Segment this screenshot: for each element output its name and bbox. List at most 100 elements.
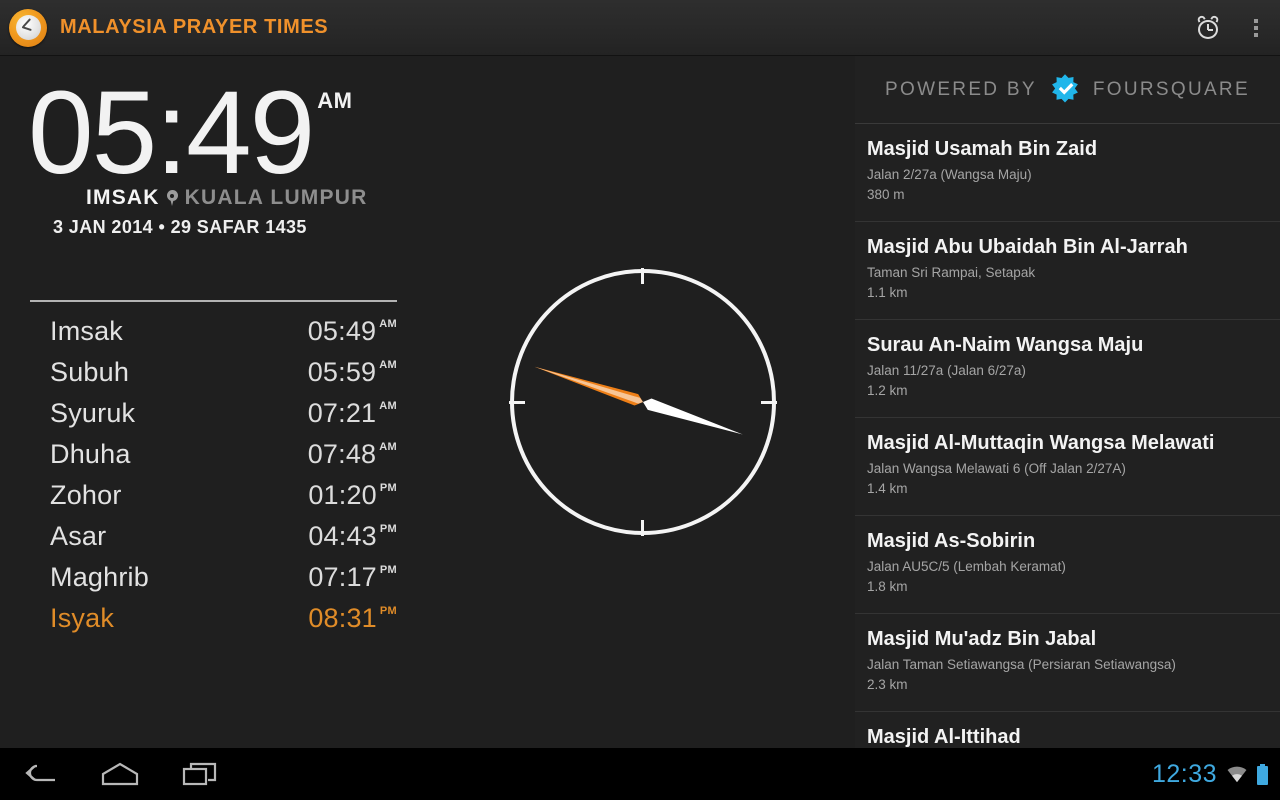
prayer-name: Subuh [50, 357, 130, 387]
prayer-times-pane: 05:49 AM IMSAK KUALA LUMPUR 3 JAN 2014 • … [0, 56, 430, 748]
nav-home-button[interactable] [80, 748, 160, 800]
list-item[interactable]: Masjid As-Sobirin Jalan AU5C/5 (Lembah Ke… [855, 516, 1280, 614]
venue-distance: 1.1 km [867, 284, 908, 300]
current-prayer-label: IMSAK [86, 186, 160, 209]
compass-needle [534, 366, 743, 435]
nav-recents-button[interactable] [160, 748, 240, 800]
prayer-time-group: 07:17 PM [308, 562, 397, 593]
kebab-dot [1254, 25, 1258, 30]
recent-apps-icon [182, 762, 217, 786]
prayer-row[interactable]: Imsak 05:49 AM [0, 316, 430, 357]
battery-shell [1257, 765, 1268, 785]
qibla-compass[interactable] [508, 268, 777, 536]
prayer-meridiem: AM [379, 318, 397, 330]
current-time: 05:49 [28, 67, 315, 199]
prayer-time: 07:21 [307, 398, 377, 428]
prayer-time-group: 01:20 PM [308, 480, 397, 511]
prayer-name: Zohor [50, 480, 122, 510]
prayer-time-group: 04:43 PM [308, 521, 397, 552]
prayer-meridiem: PM [379, 482, 397, 494]
needle-back [642, 398, 743, 435]
prayer-time-group: 05:49 AM [308, 316, 397, 347]
prayer-time: 05:59 [307, 357, 377, 387]
prayer-name: Asar [50, 521, 107, 551]
venue-distance: 2.3 km [867, 676, 908, 692]
list-item[interactable]: Masjid Usamah Bin Zaid Jalan 2/27a (Wangs… [855, 124, 1280, 222]
prayer-time-group: 05:59 AM [308, 357, 397, 388]
prayer-name: Isyak [50, 603, 115, 633]
prayer-meridiem: PM [379, 523, 397, 535]
needle-front-highlight [534, 366, 643, 404]
venue-address: Taman Sri Rampai, Setapak [867, 265, 1036, 280]
prayer-row[interactable]: Asar 04:43 PM [0, 521, 430, 562]
alarm-hand-minute [1208, 28, 1213, 31]
prayer-meridiem: AM [379, 400, 397, 412]
list-item[interactable]: Masjid Abu Ubaidah Bin Al-Jarrah Taman Sr… [855, 222, 1280, 320]
foursquare-brand-label: FOURSQUARE [1092, 78, 1250, 100]
app-root: MALAYSIA PRAYER TIMES 05:49 AM IMSAK KUA… [0, 0, 1280, 800]
back-icon [25, 764, 55, 782]
location-pin-icon [166, 190, 178, 206]
prayer-row[interactable]: Maghrib 07:17 PM [0, 562, 430, 603]
venue-distance: 1.2 km [867, 382, 908, 398]
prayer-time: 05:49 [307, 316, 377, 346]
venue-address: Jalan 2/27a (Wangsa Maju) [867, 167, 1032, 182]
prayer-time: 08:31 [308, 603, 377, 633]
nav-back-button[interactable] [0, 748, 80, 800]
prayer-meridiem: AM [379, 441, 397, 453]
kebab-dot [1254, 32, 1258, 37]
alarm-icon [1196, 13, 1220, 40]
venue-name: Masjid Abu Ubaidah Bin Al-Jarrah [867, 236, 1188, 258]
foursquare-attribution: POWERED BY FOURSQUARE [855, 56, 1280, 124]
qibla-compass-pane [430, 56, 855, 748]
location-name[interactable]: KUALA LUMPUR [185, 186, 368, 210]
kebab-dot [1254, 18, 1258, 23]
alarm-button[interactable] [1184, 0, 1232, 56]
prayer-meridiem: PM [379, 605, 397, 617]
prayer-list: Imsak 05:49 AM Subuh 05:59 AM Syuruk 07:21 AM Dhu… [0, 316, 430, 644]
pin-tip [169, 198, 174, 206]
venue-address: Jalan Wangsa Melawati 6 (Off Jalan 2/27A… [867, 461, 1126, 476]
battery-icon [1257, 763, 1268, 785]
list-item[interactable]: Masjid Al-Muttaqin Wangsa Melawati Jalan … [855, 418, 1280, 516]
venue-list: Masjid Usamah Bin Zaid Jalan 2/27a (Wangs… [855, 124, 1280, 712]
prayer-row[interactable]: Syuruk 07:21 AM [0, 398, 430, 439]
action-bar: MALAYSIA PRAYER TIMES [0, 0, 1280, 56]
page-title: MALAYSIA PRAYER TIMES [60, 16, 329, 38]
prayer-row[interactable]: Subuh 05:59 AM [0, 357, 430, 398]
overflow-menu-button[interactable] [1232, 0, 1280, 56]
clock-hand-minute [21, 18, 31, 28]
prayer-time: 07:17 [308, 562, 377, 592]
prayer-row[interactable]: Isyak 08:31 PM [0, 603, 430, 644]
venue-address: Jalan 11/27a (Jalan 6/27a) [867, 363, 1026, 378]
venue-address: Jalan AU5C/5 (Lembah Keramat) [867, 559, 1066, 574]
prayer-time: 07:48 [307, 439, 377, 469]
venue-distance: 1.4 km [867, 480, 908, 496]
prayer-name: Maghrib [50, 562, 149, 592]
prayer-time-group: 07:48 AM [308, 439, 397, 470]
venue-name: Masjid Al-Muttaqin Wangsa Melawati [867, 432, 1215, 454]
prayer-row[interactable]: Dhuha 07:48 AM [0, 439, 430, 480]
prayer-name: Imsak [50, 316, 124, 346]
venue-name: Masjid As-Sobirin [867, 530, 1036, 552]
list-item[interactable]: Surau An-Naim Wangsa Maju Jalan 11/27a (J… [855, 320, 1280, 418]
clock-face [15, 15, 41, 40]
prayer-time-group: 07:21 AM [308, 398, 397, 429]
status-icons[interactable]: 12:33 [1152, 760, 1280, 789]
list-item-partial[interactable]: Masjid Al-Ittihad [855, 712, 1280, 748]
main-content: 05:49 AM IMSAK KUALA LUMPUR 3 JAN 2014 • … [0, 56, 1280, 748]
app-clock-icon[interactable] [9, 8, 47, 47]
venue-name: Surau An-Naim Wangsa Maju [867, 334, 1144, 356]
foursquare-icon [1051, 73, 1078, 102]
current-time-block: 05:49 AM IMSAK KUALA LUMPUR 3 JAN 2014 • … [0, 56, 430, 286]
nearby-venues-pane[interactable]: POWERED BY FOURSQUARE Masjid Usamah Bin … [855, 56, 1280, 748]
list-item[interactable]: Masjid Mu'adz Bin Jabal Jalan Taman Setia… [855, 614, 1280, 712]
wifi-icon [1227, 766, 1247, 783]
current-prayer-row: IMSAK KUALA LUMPUR [86, 186, 430, 210]
prayer-time: 04:43 [308, 521, 377, 551]
venue-name: Masjid Mu'adz Bin Jabal [867, 628, 1097, 650]
prayer-row[interactable]: Zohor 01:20 PM [0, 480, 430, 521]
venue-name: Masjid Al-Ittihad [867, 726, 1021, 748]
prayer-meridiem: AM [379, 359, 397, 371]
venue-distance: 1.8 km [867, 578, 908, 594]
